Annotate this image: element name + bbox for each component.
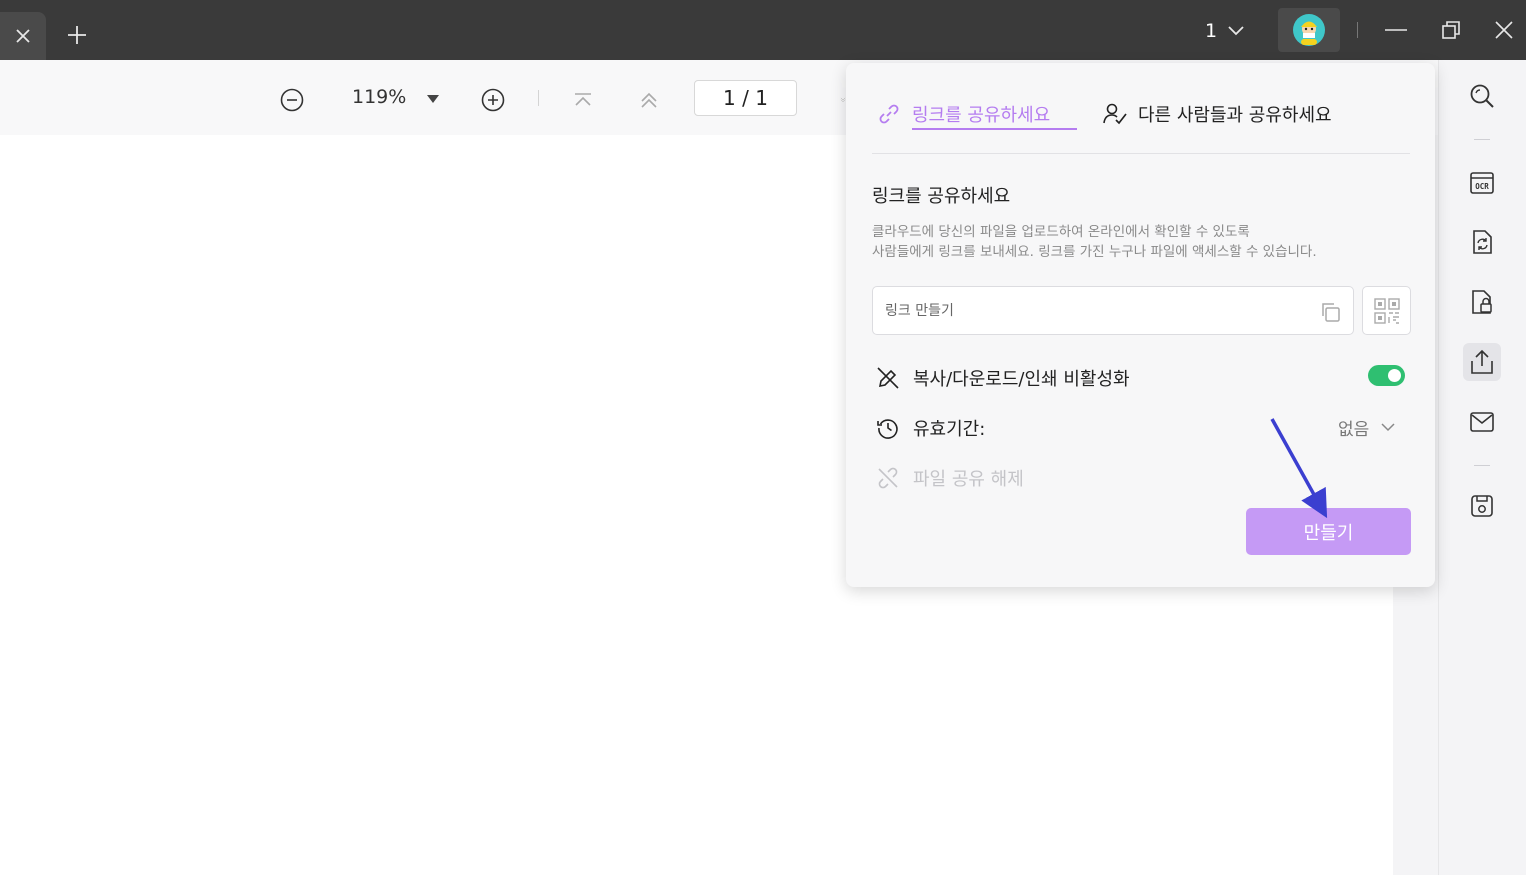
close-icon <box>16 29 30 43</box>
zoom-out-button[interactable] <box>279 87 305 113</box>
no-edit-icon <box>877 367 899 389</box>
zoom-dropdown-icon <box>427 95 439 103</box>
rail-divider <box>1474 139 1490 140</box>
next-page-button[interactable] <box>830 88 846 112</box>
avatar <box>1293 14 1325 46</box>
previous-page-icon <box>641 92 657 108</box>
right-tool-rail: OCR <box>1438 60 1526 875</box>
search-button[interactable] <box>1463 77 1501 115</box>
zoom-level[interactable]: 119% <box>352 86 406 108</box>
tab-share-link[interactable]: 링크를 공유하세요 <box>878 101 1050 127</box>
ocr-icon: OCR <box>1470 172 1494 194</box>
share-icon <box>1471 349 1493 374</box>
window-count: 1 <box>1205 20 1218 42</box>
history-icon <box>877 419 898 439</box>
window-count-dropdown[interactable]: 1 <box>1205 16 1245 46</box>
description-line: 클라우드에 당신의 파일을 업로드하여 온라인에서 확인할 수 있도록 <box>872 224 1250 240</box>
search-icon <box>1470 84 1494 108</box>
svg-text:OCR: OCR <box>1475 182 1489 191</box>
plus-icon <box>68 26 86 44</box>
expiry-dropdown[interactable]: 없음 <box>1338 415 1395 440</box>
unlink-icon <box>878 467 898 489</box>
section-title: 링크를 공유하세요 <box>872 186 1011 207</box>
disable-copy-toggle[interactable] <box>1368 365 1405 386</box>
protect-icon <box>1472 290 1492 314</box>
previous-page-button[interactable] <box>637 88 661 112</box>
minimize-icon <box>1385 29 1407 31</box>
zoom-in-button[interactable] <box>480 87 506 113</box>
protect-button[interactable] <box>1463 283 1501 321</box>
copy-link-button[interactable] <box>1317 299 1343 325</box>
qr-code-icon <box>1373 297 1400 324</box>
page-number-input[interactable]: 1 / 1 <box>694 80 797 116</box>
mail-icon <box>1470 412 1494 432</box>
rail-divider <box>1474 465 1490 466</box>
tab-share-people-label: 다른 사람들과 공유하세요 <box>1138 105 1332 126</box>
ocr-button[interactable]: OCR <box>1463 163 1501 201</box>
panel-divider <box>872 153 1410 154</box>
share-description: 클라우드에 당신의 파일을 업로드하여 온라인에서 확인할 수 있도록 사람들에… <box>872 222 1417 262</box>
active-tab-indicator <box>912 128 1077 130</box>
unshare-row: 파일 공유 해제 <box>876 465 1024 491</box>
convert-button[interactable] <box>1463 223 1501 261</box>
unshare-label: 파일 공유 해제 <box>913 469 1024 490</box>
expiry-label: 유효기간: <box>913 419 986 440</box>
share-link-field <box>872 286 1354 335</box>
minimize-button[interactable] <box>1381 15 1411 45</box>
close-window-button[interactable] <box>1489 15 1519 45</box>
share-panel: 링크를 공유하세요 다른 사람들과 공유하세요 링크를 공유하세요 클라우드에 … <box>846 63 1435 587</box>
new-tab-button[interactable] <box>60 20 94 50</box>
chevron-down-icon <box>1228 26 1244 36</box>
titlebar-divider <box>1357 22 1358 38</box>
share-link-input[interactable] <box>885 299 1305 323</box>
disable-copy-row: 복사/다운로드/인쇄 비활성화 <box>876 365 1130 391</box>
save-icon <box>1471 495 1493 517</box>
description-line: 사람들에게 링크를 보내세요. 링크를 가진 누구나 파일에 액세스할 수 있습… <box>872 244 1317 260</box>
expiry-value: 없음 <box>1338 420 1370 440</box>
create-link-button[interactable]: 만들기 <box>1246 508 1411 555</box>
save-button[interactable] <box>1463 487 1501 525</box>
tab-close-button[interactable] <box>0 12 46 60</box>
disable-copy-label: 복사/다운로드/인쇄 비활성화 <box>913 369 1130 390</box>
zoom-dropdown-button[interactable] <box>425 92 441 106</box>
mail-button[interactable] <box>1463 403 1501 441</box>
chevron-down-icon <box>1381 423 1395 432</box>
user-avatar-button[interactable] <box>1278 8 1340 52</box>
first-page-icon <box>575 93 591 106</box>
restore-icon <box>1442 21 1460 39</box>
convert-icon <box>1473 230 1492 254</box>
zoom-out-icon <box>280 88 304 112</box>
expiry-row: 유효기간: <box>876 415 985 441</box>
link-icon <box>879 104 899 124</box>
people-share-icon <box>1103 103 1127 125</box>
first-page-button[interactable] <box>571 88 595 112</box>
share-button[interactable] <box>1463 343 1501 381</box>
close-icon <box>1495 21 1513 39</box>
copy-icon <box>1322 303 1340 322</box>
page-number-text: 1 / 1 <box>723 86 768 110</box>
toolbar-divider <box>538 90 539 106</box>
tab-share-link-label: 링크를 공유하세요 <box>912 105 1051 126</box>
tab-share-people[interactable]: 다른 사람들과 공유하세요 <box>1102 101 1332 127</box>
title-bar: 1 <box>0 0 1526 60</box>
qr-code-button[interactable] <box>1362 286 1411 335</box>
zoom-in-icon <box>481 88 505 112</box>
restore-button[interactable] <box>1436 15 1466 45</box>
